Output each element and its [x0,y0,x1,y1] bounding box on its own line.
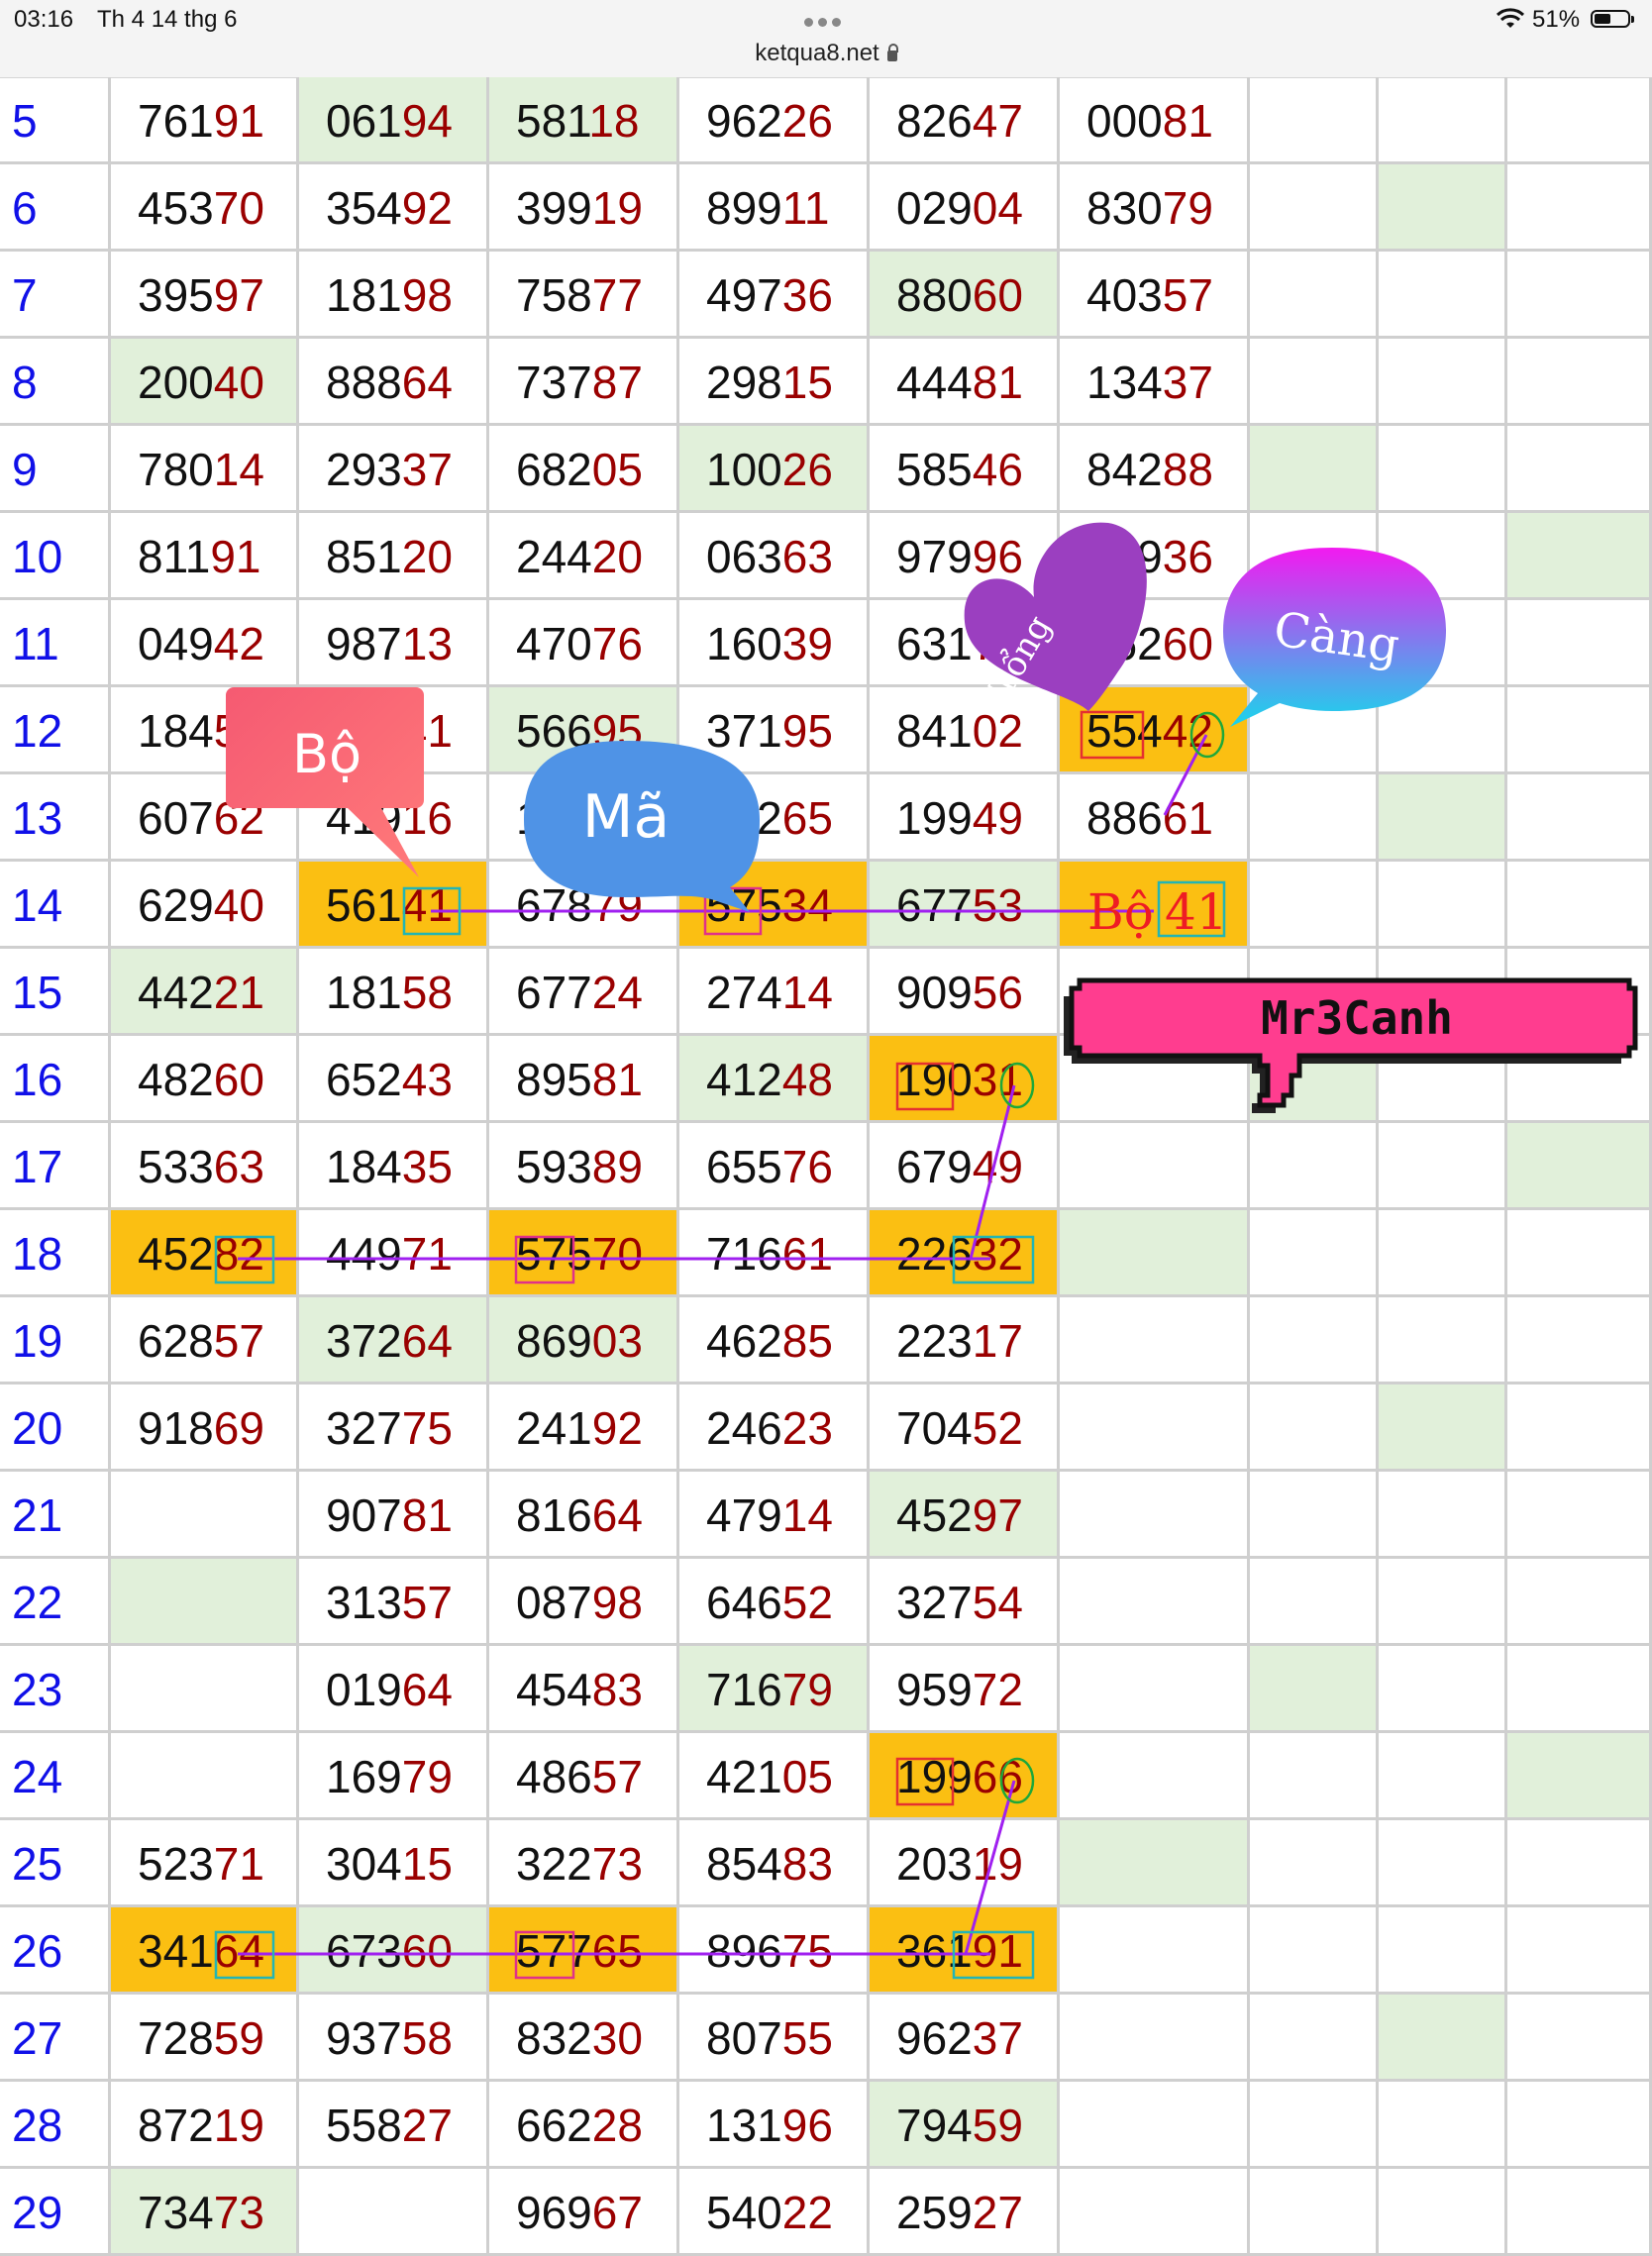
signature-bubble: Mr3Canh [1064,977,1638,1113]
signature-text: Mr3Canh [1261,991,1453,1045]
cang-bubble: Càng [1223,548,1446,727]
tong-heart: Tổng [964,522,1147,711]
ma-bubble: Mã [524,741,760,912]
connector-lines [238,734,1208,1956]
annotation-overlay: Bộ 41 Bộ Mã Tổng Càng Mr3Canh [214,522,1638,1980]
ma-bubble-text: Mã [582,782,671,852]
bo41-label-text: Bộ [1087,883,1154,941]
bo-bubble-text: Bộ [292,723,361,785]
bo41-value-text: 41 [1165,883,1228,941]
bo-bubble: Bộ [226,687,424,877]
